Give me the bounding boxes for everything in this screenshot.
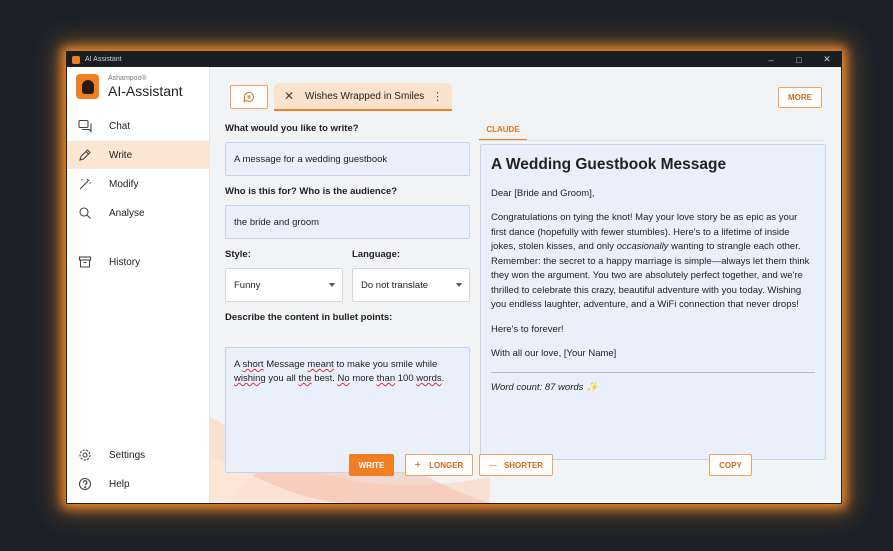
style-select[interactable]: Funny <box>225 268 343 302</box>
close-tab-icon[interactable]: ✕ <box>284 89 294 103</box>
output-greeting: Dear [Bride and Groom], <box>491 187 595 199</box>
language-value: Do not translate <box>361 279 429 291</box>
chat-plus-icon <box>243 91 254 103</box>
language-label: Language: <box>352 249 401 260</box>
sidebar: Ashampoo® AI-Assistant Chat Write Modify… <box>67 67 210 503</box>
sidebar-item-chat[interactable]: Chat <box>67 112 210 140</box>
chat-icon <box>78 119 92 133</box>
longer-button[interactable]: + LONGER <box>405 454 473 476</box>
tab-divider <box>479 140 825 141</box>
magic-wand-icon <box>79 178 91 190</box>
brand-vendor: Ashampoo® <box>108 74 147 82</box>
style-value: Funny <box>234 279 261 291</box>
new-chat-tab-button[interactable] <box>230 85 268 109</box>
sidebar-item-write[interactable]: Write <box>67 141 210 169</box>
audience-input[interactable]: the bride and groom <box>225 205 470 239</box>
chevron-down-icon <box>329 283 335 287</box>
maximize-button[interactable]: □ <box>785 52 813 67</box>
output-divider <box>491 371 815 373</box>
sidebar-item-history[interactable]: History <box>67 248 210 276</box>
chevron-down-icon <box>456 283 462 287</box>
shorter-button[interactable]: — SHORTER <box>479 454 553 476</box>
output-panel: A Wedding Guestbook Message Dear [Bride … <box>480 144 826 460</box>
sidebar-item-label: History <box>109 256 141 268</box>
audience-label: Who is this for? Who is the audience? <box>225 186 398 197</box>
sidebar-item-help[interactable]: Help <box>67 470 210 498</box>
gear-icon <box>79 449 91 461</box>
write-button[interactable]: WRITE <box>349 454 394 476</box>
brand-name: AI-Assistant <box>108 82 183 99</box>
language-select[interactable]: Do not translate <box>352 268 470 302</box>
more-button[interactable]: MORE <box>778 87 822 108</box>
sidebar-item-label: Modify <box>109 178 139 190</box>
what-input[interactable]: A message for a wedding guestbook <box>225 142 470 176</box>
tab-menu-icon[interactable]: ⋮ <box>432 90 443 103</box>
tab-label: Wishes Wrapped in Smiles <box>305 90 425 102</box>
sidebar-item-settings[interactable]: Settings <box>67 441 210 469</box>
search-icon <box>79 207 91 219</box>
main-panel: ✕ Wishes Wrapped in Smiles ⋮ MORE What w… <box>210 67 841 503</box>
output-signoff: With all our love, [Your Name] <box>491 348 617 359</box>
window-title: AI Assistant <box>85 56 122 63</box>
output-body: Congratulations on tying the knot! May y… <box>491 212 810 310</box>
sidebar-item-modify[interactable]: Modify <box>67 170 210 198</box>
pen-icon <box>79 149 91 161</box>
title-bar: AI Assistant – □ ✕ <box>67 52 841 67</box>
close-window-button[interactable]: ✕ <box>813 52 841 67</box>
help-circle-icon <box>78 477 92 491</box>
minus-icon: — <box>488 460 497 470</box>
archive-box-icon <box>78 256 92 268</box>
sidebar-item-label: Chat <box>109 120 131 132</box>
output-heading: A Wedding Guestbook Message <box>491 156 727 173</box>
what-label: What would you like to write? <box>225 123 359 134</box>
style-label: Style: <box>225 249 251 260</box>
word-count: Word count: 87 words ✨ <box>491 381 598 393</box>
minimize-button[interactable]: – <box>757 52 785 67</box>
sparkle-icon: ✨ <box>586 381 598 393</box>
sidebar-item-label: Write <box>109 149 133 161</box>
sidebar-item-analyse[interactable]: Analyse <box>67 199 210 227</box>
output-closing: Here's to forever! <box>491 323 564 335</box>
sidebar-item-label: Settings <box>109 449 146 461</box>
tab-wishes-wrapped-in-smiles[interactable]: ✕ Wishes Wrapped in Smiles ⋮ <box>274 83 452 111</box>
plus-icon: + <box>414 459 422 471</box>
brand-logo-icon <box>76 74 99 99</box>
brand: Ashampoo® AI-Assistant <box>76 74 183 99</box>
copy-button[interactable]: COPY <box>709 454 752 476</box>
tab-claude[interactable]: CLAUDE <box>479 119 527 141</box>
bullets-label: Describe the content in bullet points: <box>225 312 393 323</box>
sidebar-item-label: Analyse <box>109 207 145 219</box>
app-icon <box>72 55 80 64</box>
sidebar-item-label: Help <box>109 478 130 490</box>
app-window: AI Assistant – □ ✕ Ashampoo® AI-Assistan… <box>67 52 841 503</box>
